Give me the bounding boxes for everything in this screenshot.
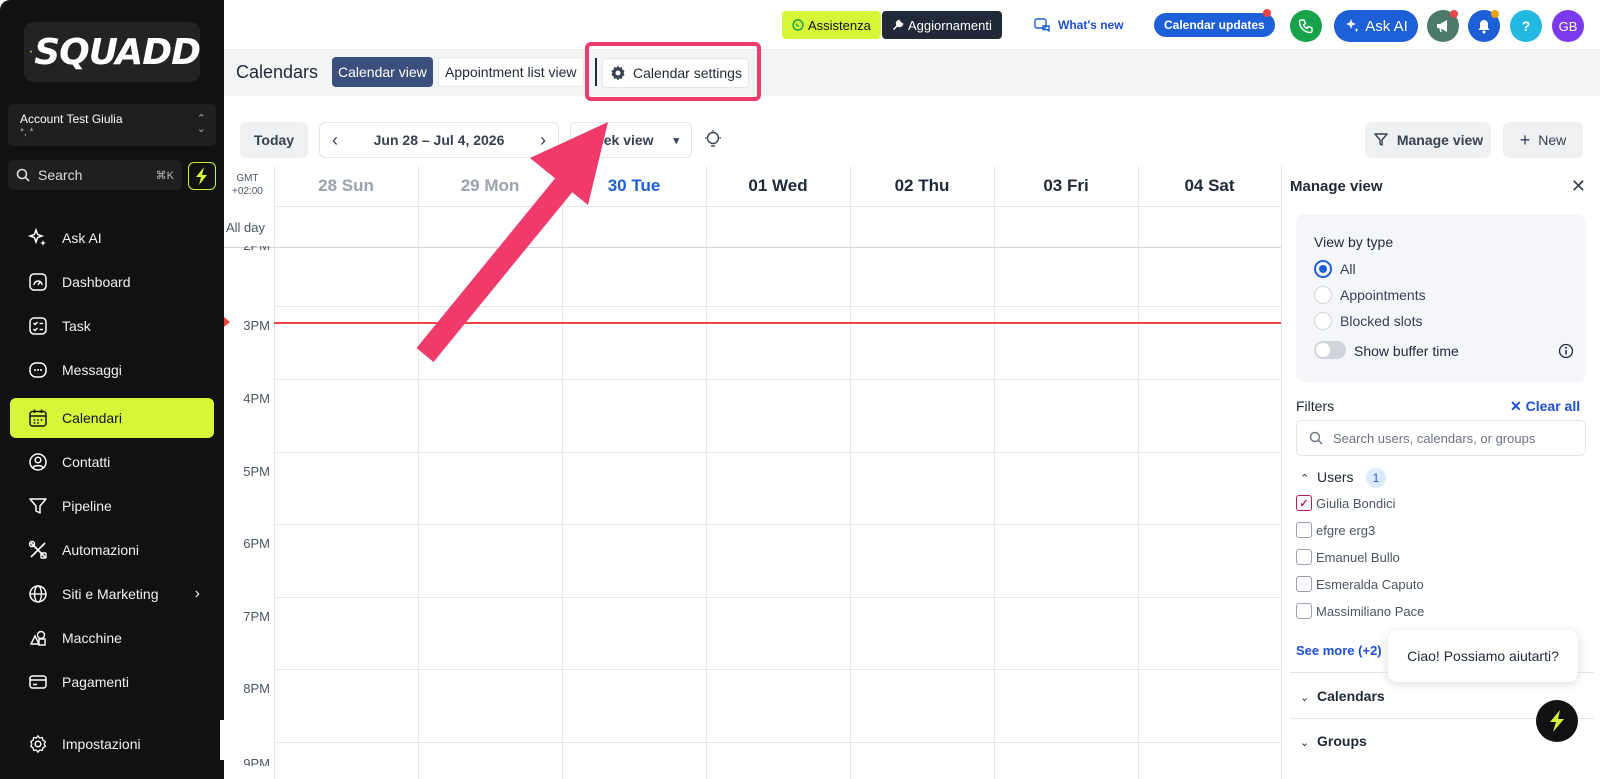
pointer-arrow-icon — [416, 122, 608, 362]
app-window: SQUADD Account Test Giulia *, * ⌃ ⌄ Searc… — [0, 0, 1600, 779]
